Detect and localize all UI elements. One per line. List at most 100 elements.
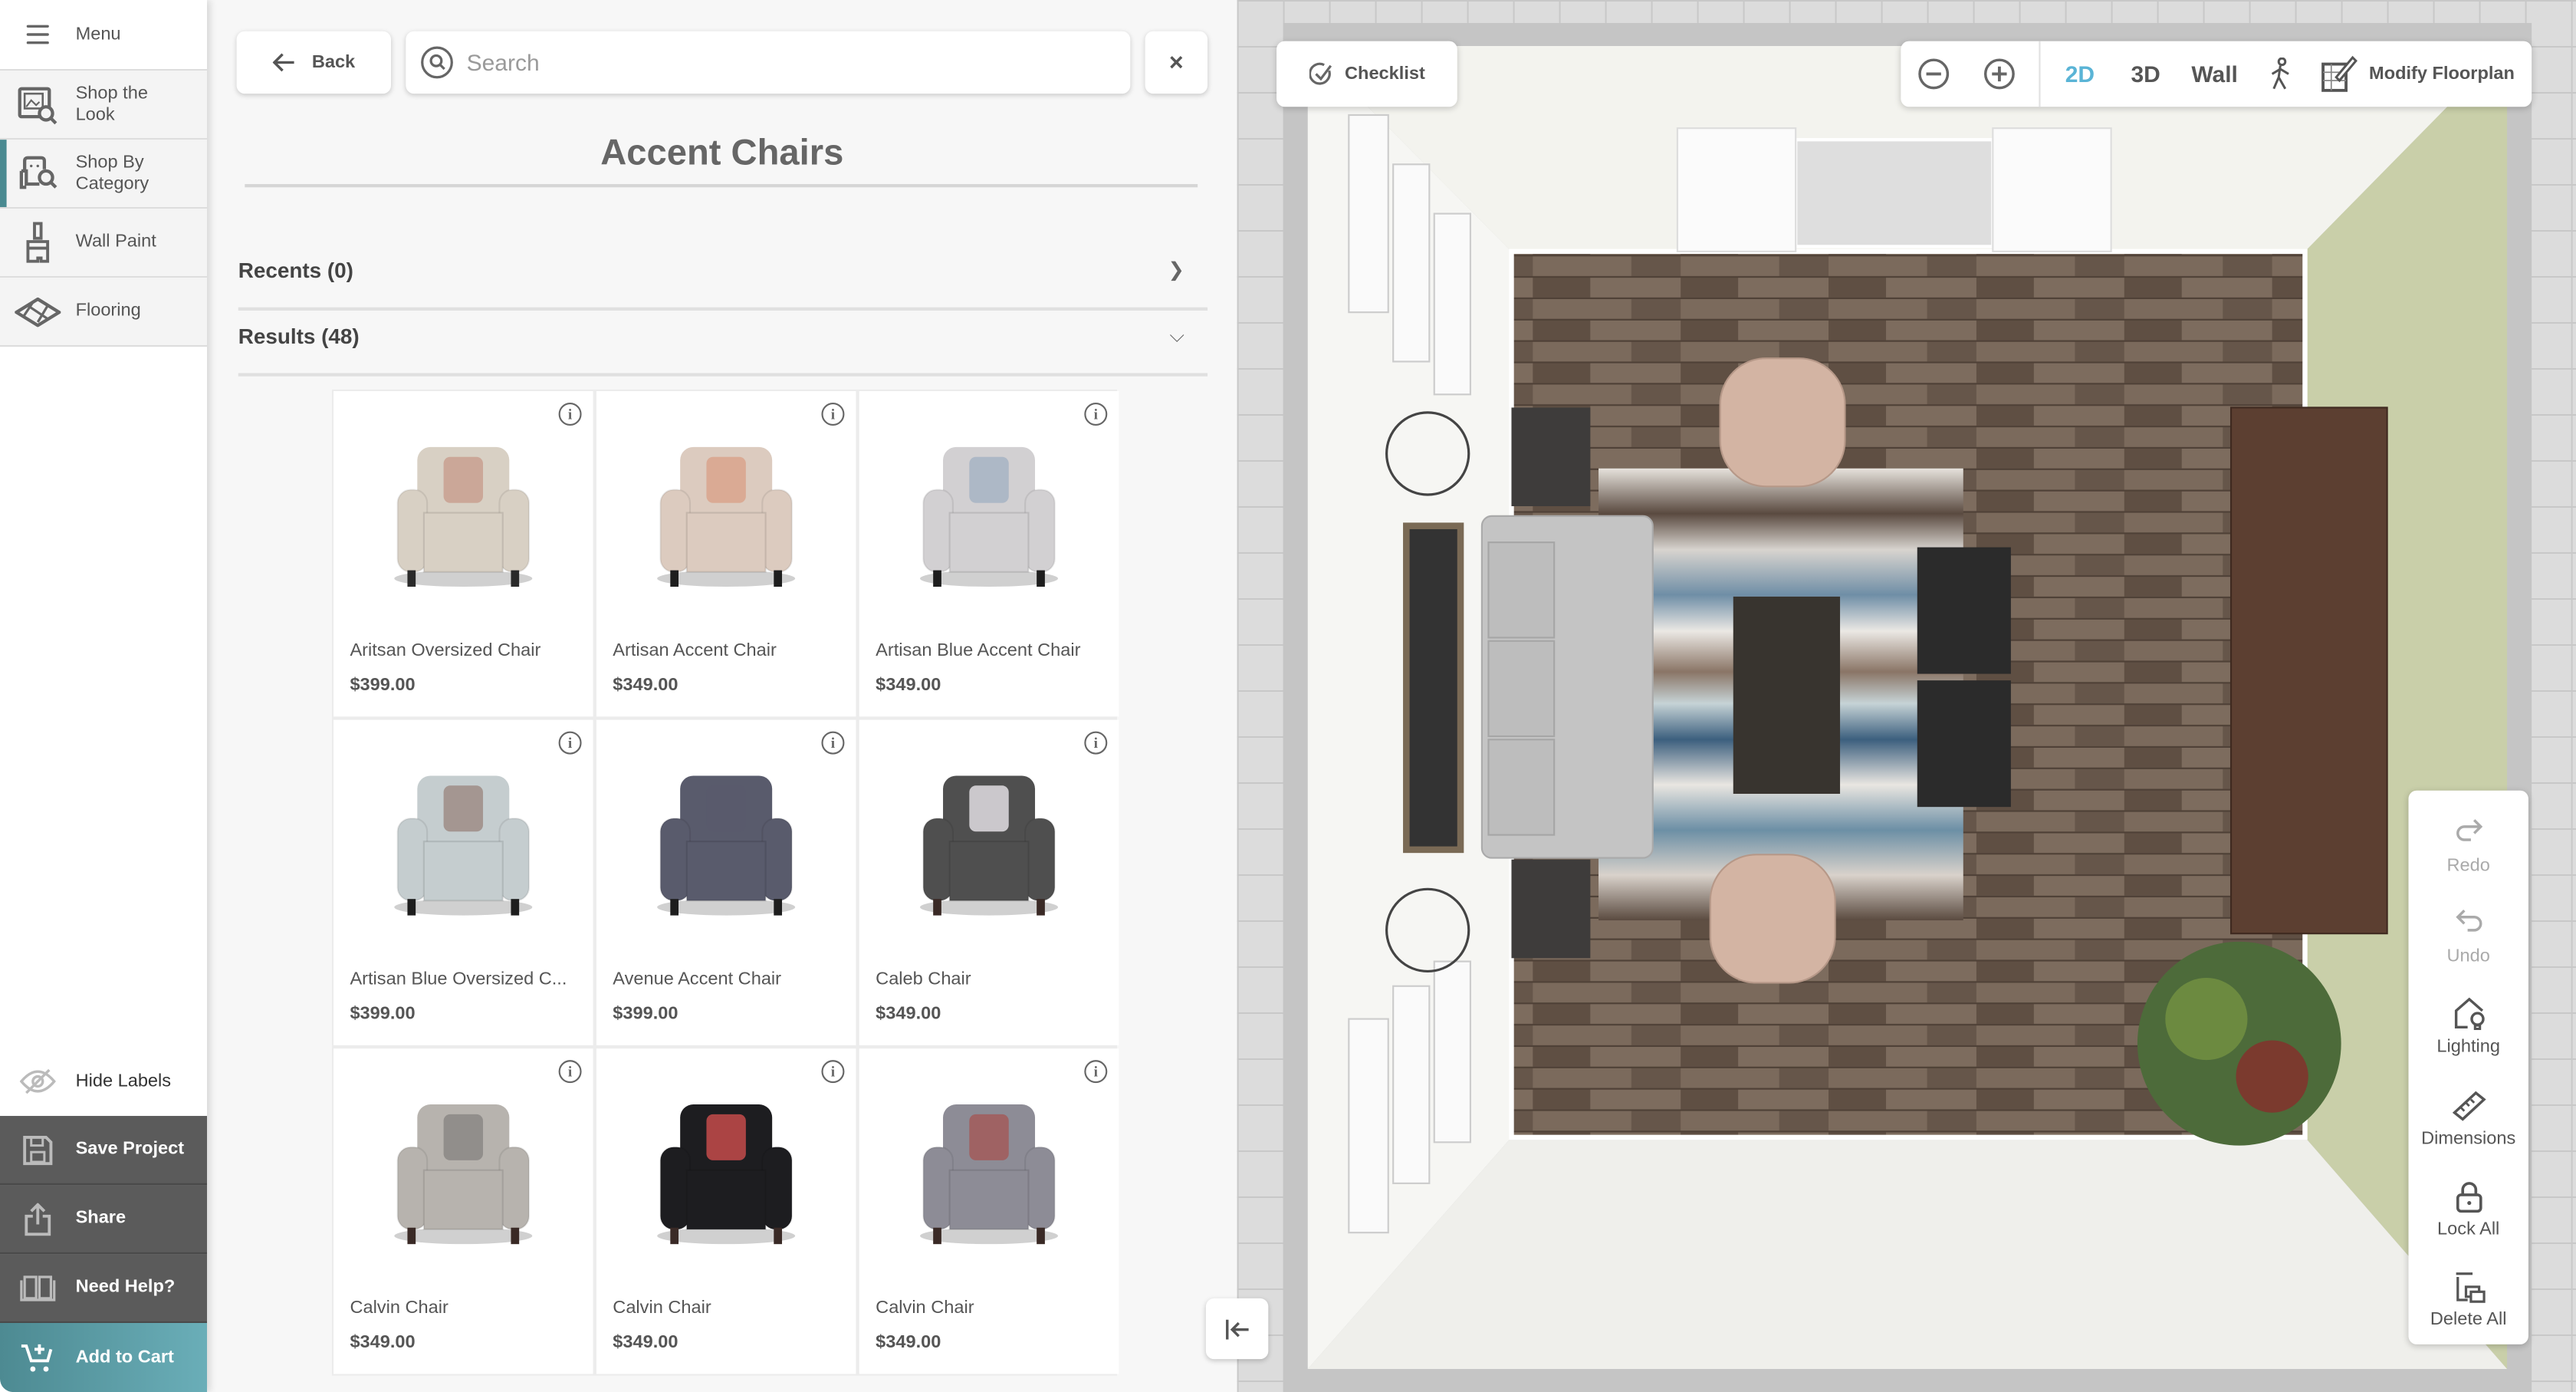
cart-plus-icon [0,1341,76,1374]
zoom-in-button[interactable] [1967,58,2032,90]
save-project-button[interactable]: Save Project [0,1116,208,1186]
view-3d-button[interactable]: 3D [2113,61,2179,87]
share-button[interactable]: Share [0,1185,208,1255]
check-circle-icon [1308,62,1332,85]
category-title: Accent Chairs [600,131,844,173]
product-card[interactable]: i Calvin Chair $349.00 [859,1048,1119,1374]
info-icon[interactable]: i [821,1060,845,1084]
product-grid: i Aritsan Oversized Chair $399.00 i Artisan … [331,389,1119,1376]
lock-all-button[interactable]: Lock All [2408,1163,2528,1254]
toolbar-divider [2039,41,2041,107]
redo-icon [2456,819,2482,841]
hide-labels-label: Hide Labels [75,1071,172,1091]
delete-all-button[interactable]: Delete All [2408,1254,2528,1344]
info-icon[interactable]: i [558,403,582,426]
info-icon[interactable]: i [821,731,845,755]
info-icon[interactable]: i [558,1060,582,1084]
product-name[interactable]: Artisan Blue Oversized C... [350,969,567,989]
checklist-button[interactable]: Checklist [1276,41,1457,107]
view-toolbar: 2D 3D Wall Modify Floorplan [1901,41,2532,107]
hide-labels-button[interactable]: Hide Labels [0,1047,208,1117]
share-icon [0,1202,76,1236]
view-2d-button[interactable]: 2D [2047,61,2113,87]
product-name[interactable]: Artisan Accent Chair [613,641,777,661]
floorplan-canvas[interactable] [1237,0,2576,1392]
product-card[interactable]: i Artisan Blue Accent Chair $349.00 [859,391,1119,717]
add-to-cart-button[interactable]: Add to Cart [0,1323,208,1392]
lighting-button[interactable]: Lighting [2408,982,2528,1072]
zoom-in-icon [1983,58,2015,90]
zoom-out-button[interactable] [1901,58,1967,90]
results-section-toggle[interactable]: Results (48) ⌵ [238,298,1208,377]
info-icon[interactable]: i [1084,1060,1108,1084]
product-price: $399.00 [350,1004,416,1025]
search-input[interactable] [463,48,1131,77]
undo-button[interactable]: Undo [2408,891,2528,982]
need-help-label: Need Help? [75,1277,176,1297]
ruler-icon [2451,1090,2486,1121]
product-image [334,1091,593,1249]
book-icon [0,1275,76,1301]
product-card[interactable]: i Artisan Blue Oversized C... $399.00 [334,719,593,1045]
product-name[interactable]: Artisan Blue Accent Chair [876,641,1080,661]
info-icon[interactable]: i [1084,731,1108,755]
walkthrough-button[interactable] [2251,58,2310,90]
redo-button[interactable]: Redo [2408,801,2528,891]
product-price: $399.00 [613,1004,678,1025]
product-image [596,762,856,920]
catalog-topbar: Back × [236,31,1208,94]
sidebar-item-wall-paint[interactable]: Wall Paint [0,209,208,278]
product-image [859,1091,1119,1249]
product-card[interactable]: i Calvin Chair $349.00 [334,1048,593,1374]
product-name[interactable]: Calvin Chair [876,1298,974,1318]
chair-icon [394,775,533,916]
collapse-panel-button[interactable] [1205,1298,1269,1360]
need-help-button[interactable]: Need Help? [0,1254,208,1324]
sidebar-item-shop-the-look[interactable]: Shop the Look [0,71,208,140]
modify-floorplan-button[interactable]: Modify Floorplan [2310,54,2515,94]
add-to-cart-label: Add to Cart [75,1347,174,1367]
sidebar-item-label: Shop By Category [75,152,150,193]
search-icon [421,46,453,79]
back-button[interactable]: Back [236,31,392,94]
product-name[interactable]: Calvin Chair [613,1298,711,1318]
chair-icon [920,446,1059,587]
floppy-disk-icon [0,1134,76,1165]
info-icon[interactable]: i [821,403,845,426]
title-divider [245,184,1198,188]
menu-label: Menu [75,24,121,44]
product-card[interactable]: i Artisan Accent Chair $349.00 [596,391,856,717]
eye-slash-icon [0,1068,76,1094]
chair-icon [920,1104,1059,1245]
product-name[interactable]: Aritsan Oversized Chair [350,641,540,661]
room-render[interactable] [1237,0,2576,1392]
chevron-right-icon: ❯ [1168,258,1185,281]
product-card[interactable]: i Aritsan Oversized Chair $399.00 [334,391,593,717]
info-icon[interactable]: i [1084,403,1108,426]
info-icon[interactable]: i [558,731,582,755]
product-image [859,434,1119,592]
hamburger-icon [0,25,76,44]
product-image [334,434,593,592]
modify-floorplan-label: Modify Floorplan [2369,64,2515,84]
product-card[interactable]: i Caleb Chair $349.00 [859,719,1119,1045]
product-name[interactable]: Calvin Chair [350,1298,448,1318]
dimensions-button[interactable]: Dimensions [2408,1072,2528,1163]
menu-button[interactable]: Menu [0,0,208,71]
view-wall-button[interactable]: Wall [2178,61,2250,87]
sidebar-item-shop-by-category[interactable]: Shop By Category [0,140,208,209]
catalog-panel: Back × Accent Chairs Recents (0) ❯ Resul… [207,0,1237,1392]
product-card[interactable]: i Calvin Chair $349.00 [596,1048,856,1374]
product-card[interactable]: i Avenue Accent Chair $399.00 [596,719,856,1045]
sidebar-item-flooring[interactable]: Flooring [0,278,208,347]
zoom-out-icon [1918,58,1950,90]
trash-multiple-icon [2455,1272,2485,1303]
product-name[interactable]: Caleb Chair [876,969,971,989]
product-image [334,762,593,920]
recents-label: Recents (0) [238,257,353,282]
sidebar-item-label: Shop the Look [75,83,148,124]
product-name[interactable]: Avenue Accent Chair [613,969,781,989]
shop-by-category-icon [0,153,76,193]
close-button[interactable]: × [1145,31,1208,94]
chair-icon [657,775,796,916]
